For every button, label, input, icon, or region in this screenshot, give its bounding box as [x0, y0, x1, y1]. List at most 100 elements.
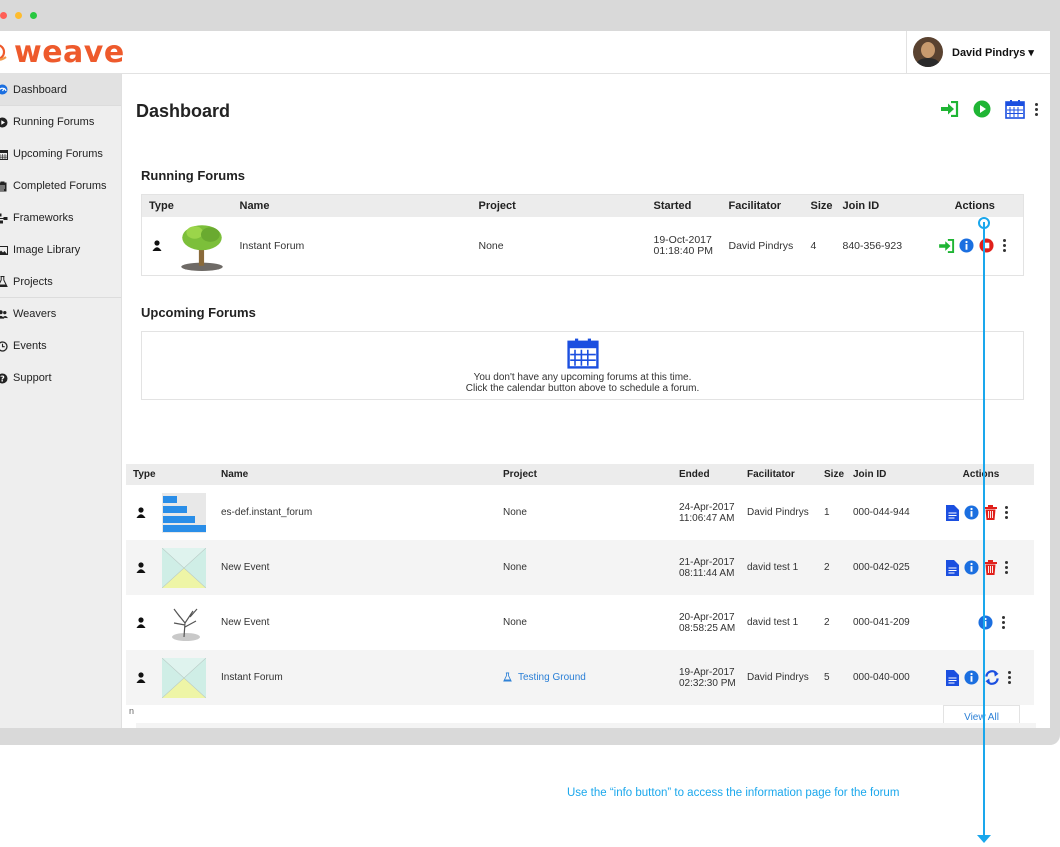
column-header[interactable]: Name: [239, 194, 479, 217]
table-row[interactable]: New Event None 20-Apr-2017 08:58:25 AM da…: [126, 595, 1034, 650]
flask-icon: [0, 276, 8, 287]
upcoming-empty-state: You don't have any upcoming forums at th…: [141, 331, 1024, 400]
ended-time: 08:58:25 AM: [679, 622, 736, 634]
forum-name[interactable]: Instant Forum: [221, 650, 503, 705]
column-header[interactable]: Project: [503, 464, 679, 485]
forum-name[interactable]: New Event: [221, 595, 503, 650]
ended-date: 20-Apr-2017: [679, 611, 735, 623]
join-id-cell: 000-041-209: [853, 617, 910, 628]
column-header[interactable]: Actions: [928, 464, 1034, 485]
close-window-dot[interactable]: [0, 12, 7, 19]
stop-icon[interactable]: [979, 238, 994, 253]
more-options-icon[interactable]: [1001, 616, 1005, 629]
report-document-icon[interactable]: [946, 669, 959, 686]
column-header[interactable]: Type: [141, 194, 240, 217]
next-table-edge: [136, 723, 1036, 728]
more-options-icon[interactable]: [1035, 102, 1038, 116]
running-forums-title: Running Forums: [141, 168, 245, 183]
weave-logo[interactable]: weave: [0, 32, 125, 72]
actions-cell: [928, 540, 1034, 595]
info-icon[interactable]: [964, 560, 979, 575]
empty-message-line2: Click the calendar button above to sched…: [465, 383, 700, 394]
ended-date: 24-Apr-2017: [679, 501, 735, 513]
sidebar-item-dashboard[interactable]: Dashboard: [0, 74, 121, 106]
start-forum-icon[interactable]: [973, 100, 991, 118]
sidebar-item-label: Projects: [13, 275, 53, 288]
question-circle-icon: ?: [0, 373, 8, 384]
started-cell: 19-Oct-2017 01:18:40 PM: [654, 217, 729, 276]
project-cell: None: [503, 617, 527, 628]
sidebar-item-weavers[interactable]: Weavers: [0, 298, 121, 330]
table-row[interactable]: Instant Forum Testing Ground 19-Apr-2017…: [126, 650, 1034, 705]
page-title: Dashboard: [136, 101, 231, 121]
reopen-sync-icon[interactable]: [984, 670, 1000, 685]
report-document-icon[interactable]: [946, 559, 959, 576]
sidebar-item-completed-forums[interactable]: Completed Forums: [0, 170, 121, 202]
size-cell: 1: [824, 507, 830, 518]
sidebar-item-label: Image Library: [13, 244, 81, 256]
user-icon: [136, 672, 146, 683]
forum-name[interactable]: es-def.instant_forum: [221, 485, 503, 540]
sidebar-item-frameworks[interactable]: Frameworks: [0, 202, 121, 234]
minimize-window-dot[interactable]: [15, 12, 22, 19]
report-document-icon[interactable]: [946, 504, 959, 521]
column-header[interactable]: Size: [810, 194, 843, 217]
facilitator-cell: David Pindrys: [747, 650, 824, 705]
flask-icon: [503, 672, 512, 682]
column-header[interactable]: Ended: [679, 464, 747, 485]
size-cell: 2: [824, 617, 830, 628]
info-icon[interactable]: [964, 670, 979, 685]
sidebar-item-support[interactable]: ? Support: [0, 362, 121, 394]
column-header[interactable]: Type: [126, 464, 221, 485]
sidebar-item-running-forums[interactable]: Running Forums: [0, 106, 121, 138]
table-row[interactable]: New Event None 21-Apr-2017 08:11:44 AM da…: [126, 540, 1034, 595]
column-header[interactable]: Name: [221, 464, 503, 485]
user-menu[interactable]: David Pindrys ▾: [906, 31, 1050, 73]
trash-icon[interactable]: [983, 560, 997, 575]
user-icon: [136, 617, 146, 628]
more-options-icon[interactable]: [1005, 561, 1009, 574]
project-cell: None: [503, 540, 679, 595]
column-header[interactable]: Started: [653, 194, 729, 217]
sidebar-item-events[interactable]: Events: [0, 330, 121, 362]
sidebar-item-image-library[interactable]: Image Library: [0, 234, 121, 266]
info-icon[interactable]: [959, 238, 974, 253]
sidebar-item-projects[interactable]: Projects: [0, 266, 121, 298]
ended-cell: 24-Apr-2017 11:06:47 AM: [679, 485, 747, 540]
avatar: [913, 37, 943, 67]
sidebar-item-label: Completed Forums: [13, 180, 107, 192]
forum-name[interactable]: Instant Forum: [240, 217, 479, 276]
info-icon[interactable]: [978, 615, 993, 630]
column-header[interactable]: Size: [824, 464, 853, 485]
app-frame: weave David Pindrys ▾ Dashboard Running …: [0, 31, 1050, 728]
sidebar-item-upcoming-forums[interactable]: Upcoming Forums: [0, 138, 121, 170]
table-row[interactable]: es-def.instant_forum None 24-Apr-2017 11:…: [126, 485, 1034, 540]
schedule-calendar-icon[interactable]: [1005, 99, 1025, 119]
info-icon[interactable]: [964, 505, 979, 520]
user-icon: [136, 507, 146, 518]
join-forum-icon[interactable]: [941, 101, 959, 117]
type-cell: [126, 485, 221, 540]
size-cell: 4: [810, 239, 817, 252]
tree-thumbnail-image: [176, 219, 228, 272]
column-header[interactable]: Facilitator: [728, 194, 811, 217]
stray-text: n: [129, 706, 135, 716]
more-options-icon[interactable]: [1008, 671, 1012, 684]
project-cell: Testing Ground: [503, 650, 679, 705]
more-options-icon[interactable]: [1003, 239, 1007, 253]
table-row[interactable]: Instant Forum None 19-Oct-2017 01:18:40 …: [142, 217, 1024, 276]
join-forum-icon[interactable]: [938, 238, 955, 253]
join-id-cell: 000-044-944: [853, 507, 910, 518]
column-header[interactable]: Facilitator: [747, 464, 824, 485]
calendar-icon: [566, 338, 599, 369]
column-header[interactable]: Project: [478, 194, 654, 217]
column-header[interactable]: Actions: [926, 194, 1024, 217]
more-options-icon[interactable]: [1005, 506, 1009, 519]
column-header[interactable]: Join ID: [842, 194, 927, 217]
project-cell: None: [503, 507, 527, 518]
maximize-window-dot[interactable]: [30, 12, 37, 19]
column-header[interactable]: Join ID: [853, 464, 928, 485]
trash-icon[interactable]: [983, 505, 997, 520]
forum-name[interactable]: New Event: [221, 540, 503, 595]
project-link[interactable]: Testing Ground: [503, 672, 586, 683]
